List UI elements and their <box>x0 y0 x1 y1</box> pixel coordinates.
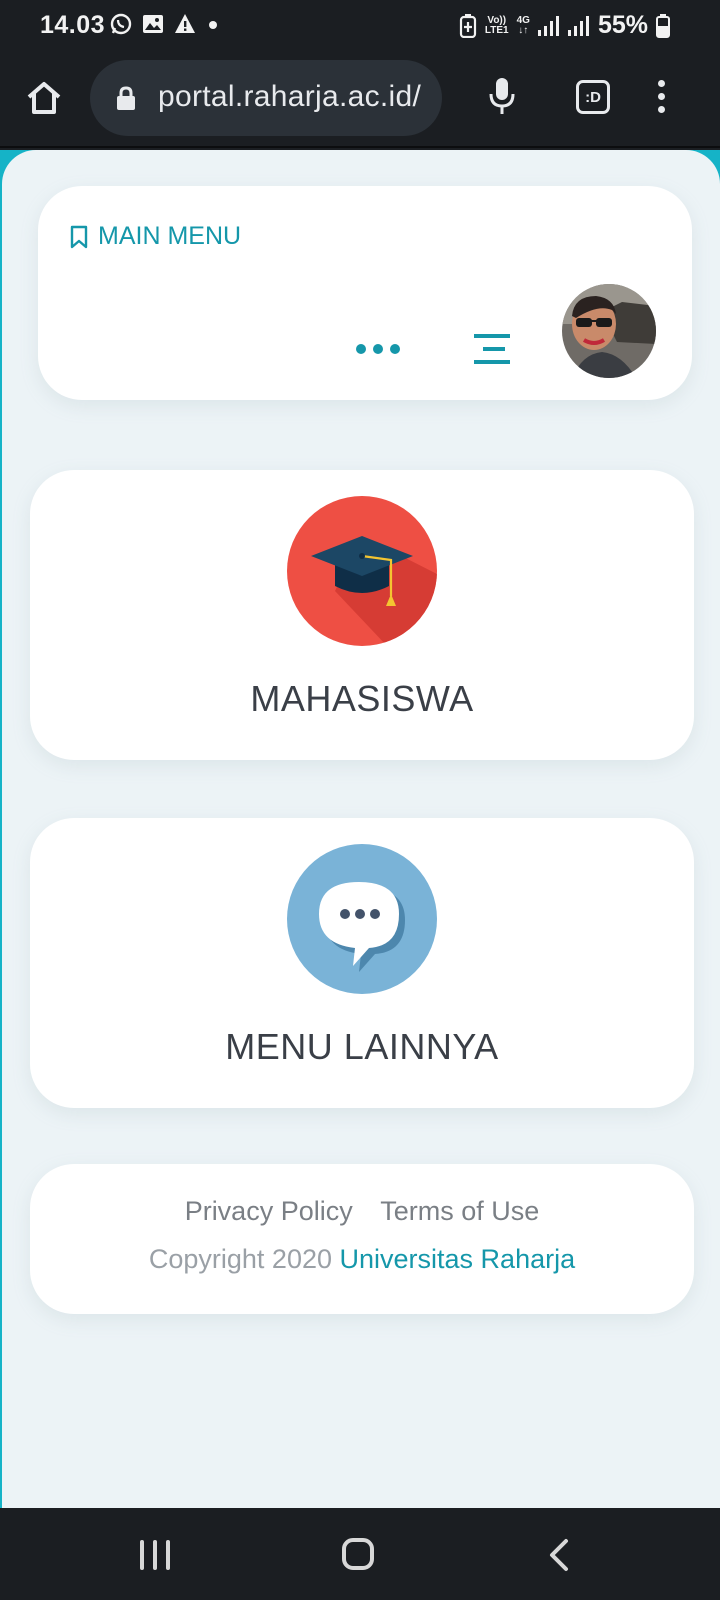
system-nav-bar <box>0 1508 720 1600</box>
privacy-policy-link[interactable]: Privacy Policy <box>185 1196 353 1226</box>
page-background: MAIN MENU MAHASISWA MENU LAINNYA Privacy… <box>2 150 720 1508</box>
copyright-text: Copyright 2020 <box>148 1244 332 1274</box>
menu-lainnya-card[interactable]: MENU LAINNYA <box>30 818 694 1108</box>
browser-toolbar: portal.raharja.ac.id/ :D <box>0 52 720 148</box>
lock-icon <box>117 86 135 110</box>
mic-icon[interactable] <box>488 76 516 116</box>
network-indicator: 4G ↓↑ <box>516 14 530 36</box>
menu-list-icon[interactable] <box>474 332 510 366</box>
back-icon[interactable] <box>548 1538 570 1572</box>
main-menu-heading: MAIN MENU <box>70 222 241 251</box>
battery-percent: 55% <box>597 11 648 39</box>
url-text: portal.raharja.ac.id/ <box>158 80 422 113</box>
bookmark-icon <box>70 225 88 248</box>
main-menu-title: MAIN MENU <box>98 222 242 250</box>
web-viewport: MAIN MENU MAHASISWA MENU LAINNYA Privacy… <box>0 150 720 1508</box>
status-bar: 14.03 Vo)) LTE1 4G ↓↑ 55% <box>0 0 720 52</box>
gallery-icon <box>143 15 163 33</box>
footer-links: Privacy Policy Terms of Use <box>30 1196 694 1227</box>
volte-indicator: Vo)) LTE1 <box>484 14 509 36</box>
data-arrows-icon: ↓↑ <box>518 24 529 36</box>
status-right: Vo)) LTE1 4G ↓↑ 55% <box>459 11 670 40</box>
tab-switcher-button[interactable]: :D <box>576 80 610 114</box>
battery-saver-icon <box>459 13 476 38</box>
battery-icon <box>656 13 670 38</box>
footer-card: Privacy Policy Terms of Use Copyright 20… <box>30 1164 694 1314</box>
overflow-menu-icon[interactable] <box>658 80 665 113</box>
more-options-icon[interactable] <box>356 344 400 354</box>
footer-copyright: Copyright 2020 Universitas Raharja <box>30 1244 694 1275</box>
whatsapp-icon <box>110 13 132 35</box>
menu-lainnya-label: MENU LAINNYA <box>225 1026 499 1067</box>
address-bar[interactable]: portal.raharja.ac.id/ <box>90 60 442 136</box>
home-icon[interactable] <box>24 78 64 118</box>
status-time: 14.03 <box>40 11 106 39</box>
recent-apps-icon[interactable] <box>140 1540 170 1570</box>
university-link[interactable]: Universitas Raharja <box>340 1244 576 1274</box>
volte-label: Vo)) <box>487 14 507 26</box>
lte-label: LTE1 <box>484 24 509 36</box>
warning-icon <box>175 14 195 33</box>
chat-bubble-icon <box>287 844 437 994</box>
main-menu-card: MAIN MENU <box>38 186 692 400</box>
signal-icon <box>567 15 589 36</box>
signal-icon <box>537 15 559 36</box>
mahasiswa-label: MAHASISWA <box>250 678 474 719</box>
network-type: 4G <box>516 14 530 26</box>
notification-icons <box>110 13 220 35</box>
terms-of-use-link[interactable]: Terms of Use <box>380 1196 539 1226</box>
dot-icon <box>209 21 217 29</box>
mahasiswa-card[interactable]: MAHASISWA <box>30 470 694 760</box>
graduation-cap-icon <box>287 496 437 646</box>
user-avatar[interactable] <box>562 284 656 378</box>
home-nav-icon[interactable] <box>342 1538 374 1570</box>
